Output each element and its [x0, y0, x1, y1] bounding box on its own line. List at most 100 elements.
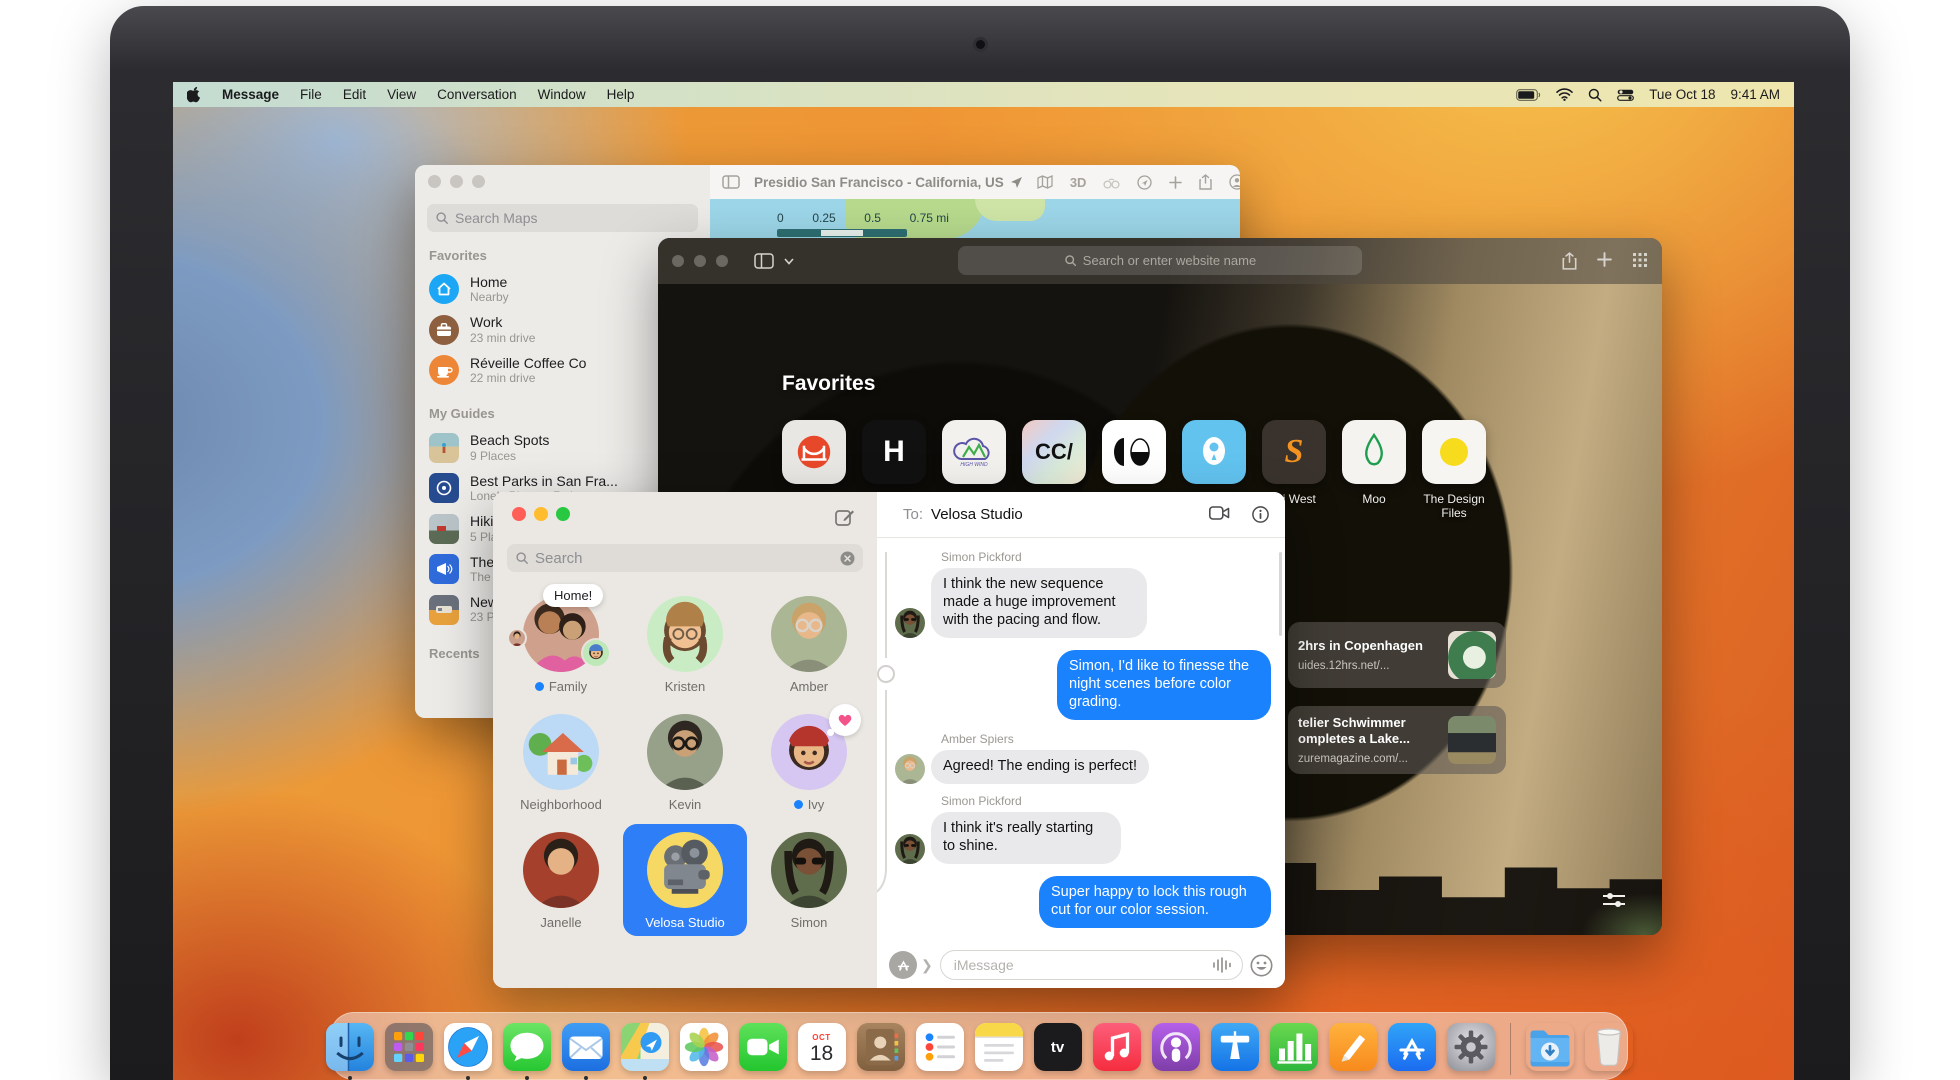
control-center-icon[interactable] — [1617, 89, 1634, 101]
dock-item-downloads[interactable] — [1526, 1023, 1574, 1071]
sent-message-bubble[interactable]: Super happy to lock this rough cut for o… — [1039, 876, 1271, 928]
menu-item-conversation[interactable]: Conversation — [437, 87, 517, 102]
dock-item-settings[interactable] — [1447, 1023, 1495, 1071]
contact-ivy[interactable]: Ivy — [747, 706, 871, 818]
minimize-button[interactable] — [534, 507, 548, 521]
favorite-tile-high-wind-cloud-logo[interactable]: HIGH WIND — [942, 420, 1006, 484]
maps-location-title[interactable]: Presidio San Francisco - California, US — [754, 175, 1023, 190]
dock-item-tv[interactable]: tv — [1034, 1023, 1082, 1071]
chevron-down-icon[interactable] — [784, 258, 794, 265]
share-icon[interactable] — [1199, 174, 1212, 190]
map-mode-icon[interactable] — [1037, 175, 1053, 189]
apple-menu-icon[interactable] — [187, 86, 201, 103]
favorite-tile-orange-s-logo[interactable]: Sari West — [1262, 420, 1326, 484]
favorite-tile-bridge-logo[interactable] — [782, 420, 846, 484]
dock-divider — [1510, 1023, 1511, 1075]
contact-velosa-studio[interactable]: Velosa Studio — [623, 824, 747, 936]
compose-icon[interactable] — [835, 508, 855, 528]
dock-item-podcasts[interactable] — [1152, 1023, 1200, 1071]
menu-item-window[interactable]: Window — [538, 87, 586, 102]
binoculars-icon[interactable] — [1103, 176, 1120, 189]
dock-item-safari[interactable] — [444, 1023, 492, 1071]
safari-toolbar[interactable]: Search or enter website name — [658, 238, 1662, 284]
dock-item-reminders[interactable] — [916, 1023, 964, 1071]
received-message-bubble[interactable]: Agreed! The ending is perfect! — [931, 750, 1149, 784]
sidebar-icon[interactable] — [754, 253, 774, 269]
messages-window-controls[interactable] — [512, 507, 570, 521]
app-menu-title[interactable]: Message — [222, 87, 279, 102]
new-tab-icon[interactable] — [1597, 252, 1612, 270]
add-icon[interactable] — [1169, 176, 1182, 189]
reading-list-card[interactable]: 2hrs in Copenhagenuides.12hrs.net/... — [1288, 622, 1506, 688]
contact-amber[interactable]: Amber — [747, 588, 871, 700]
sender-name: Amber Spiers — [941, 732, 1271, 746]
directions-icon[interactable] — [1137, 175, 1152, 190]
audio-waveform-icon[interactable] — [1212, 957, 1232, 973]
dock-item-maps[interactable] — [621, 1023, 669, 1071]
menubar-clock[interactable]: 9:41 AM — [1730, 87, 1780, 102]
dock-item-finder[interactable] — [326, 1023, 374, 1071]
account-icon[interactable] — [1229, 174, 1240, 190]
sent-message-bubble[interactable]: Simon, I'd like to finesse the night sce… — [1057, 650, 1271, 720]
received-message-bubble[interactable]: I think it's really starting to shine. — [931, 812, 1121, 864]
dock-item-music[interactable] — [1093, 1023, 1141, 1071]
video-call-icon[interactable] — [1209, 506, 1230, 523]
messages-search-input[interactable]: Search — [507, 544, 863, 572]
dock-item-trash[interactable] — [1585, 1023, 1633, 1071]
favorite-tile-black-ovals-logo[interactable] — [1102, 420, 1166, 484]
contact-janelle[interactable]: Janelle — [499, 824, 623, 936]
contact-family[interactable]: Home!Family — [499, 588, 623, 700]
info-icon[interactable] — [1252, 506, 1269, 523]
menu-item-edit[interactable]: Edit — [343, 87, 366, 102]
close-button[interactable] — [512, 507, 526, 521]
dock-item-launchpad[interactable] — [385, 1023, 433, 1071]
wifi-icon[interactable] — [1556, 88, 1573, 101]
customize-page-icon[interactable] — [1602, 890, 1626, 910]
dock-item-pages[interactable] — [1329, 1023, 1377, 1071]
contact-kevin[interactable]: Kevin — [623, 706, 747, 818]
reading-list-card[interactable]: telier Schwimmerompletes a Lake...zurema… — [1288, 706, 1506, 774]
app-store-icon[interactable] — [889, 951, 917, 979]
menu-item-file[interactable]: File — [300, 87, 322, 102]
received-message-bubble[interactable]: I think the new sequence made a huge imp… — [931, 568, 1147, 638]
maps-window-controls[interactable] — [428, 175, 485, 188]
dock-item-mail[interactable] — [562, 1023, 610, 1071]
sidebar-toggle-icon[interactable] — [722, 175, 740, 189]
favorite-tile-green-droplet-logo[interactable]: Moo — [1342, 420, 1406, 484]
clear-search-icon[interactable] — [840, 551, 855, 566]
favorite-tile-letter-h-logo[interactable]: H — [862, 420, 926, 484]
dock-item-contacts[interactable] — [857, 1023, 905, 1071]
dock-item-app-store[interactable] — [1388, 1023, 1436, 1071]
dock-item-photos[interactable] — [680, 1023, 728, 1071]
menu-item-view[interactable]: View — [387, 87, 416, 102]
dock-item-messages[interactable] — [503, 1023, 551, 1071]
scrollbar[interactable] — [1279, 552, 1282, 636]
maps-search-input[interactable]: Search Maps — [427, 204, 698, 232]
favorite-tile-blue-pin-logo[interactable] — [1182, 420, 1246, 484]
contact-kristen[interactable]: Kristen — [623, 588, 747, 700]
menubar-date[interactable]: Tue Oct 18 — [1649, 87, 1715, 102]
menu-item-help[interactable]: Help — [607, 87, 635, 102]
spotlight-search-icon[interactable] — [1588, 88, 1602, 102]
imessage-input[interactable]: iMessage — [940, 950, 1243, 980]
favorite-tile-cc-slash-logo[interactable]: CC/ — [1022, 420, 1086, 484]
battery-icon[interactable] — [1516, 89, 1541, 101]
emoji-icon[interactable] — [1250, 954, 1273, 977]
safari-address-bar[interactable]: Search or enter website name — [958, 246, 1362, 275]
favorite-tile-yellow-circle-logo[interactable]: The DesignFiles — [1422, 420, 1486, 484]
zoom-button[interactable] — [556, 507, 570, 521]
dock-item-keynote[interactable] — [1211, 1023, 1259, 1071]
tab-overview-icon[interactable] — [1632, 252, 1648, 270]
dock-item-numbers[interactable] — [1270, 1023, 1318, 1071]
expand-apps-chevron-icon[interactable]: ❯ — [921, 957, 933, 974]
share-icon[interactable] — [1562, 252, 1577, 270]
message-row: I think the new sequence made a huge imp… — [909, 568, 1271, 638]
dock-item-calendar[interactable]: OCT18 — [798, 1023, 846, 1071]
contact-neighborhood[interactable]: Neighborhood — [499, 706, 623, 818]
3d-view-button[interactable]: 3D — [1070, 175, 1087, 190]
contact-simon[interactable]: Simon — [747, 824, 871, 936]
maps-toolbar[interactable]: Presidio San Francisco - California, US … — [710, 165, 1240, 199]
safari-window-controls[interactable] — [672, 255, 728, 267]
dock-item-notes[interactable] — [975, 1023, 1023, 1071]
dock-item-facetime[interactable] — [739, 1023, 787, 1071]
